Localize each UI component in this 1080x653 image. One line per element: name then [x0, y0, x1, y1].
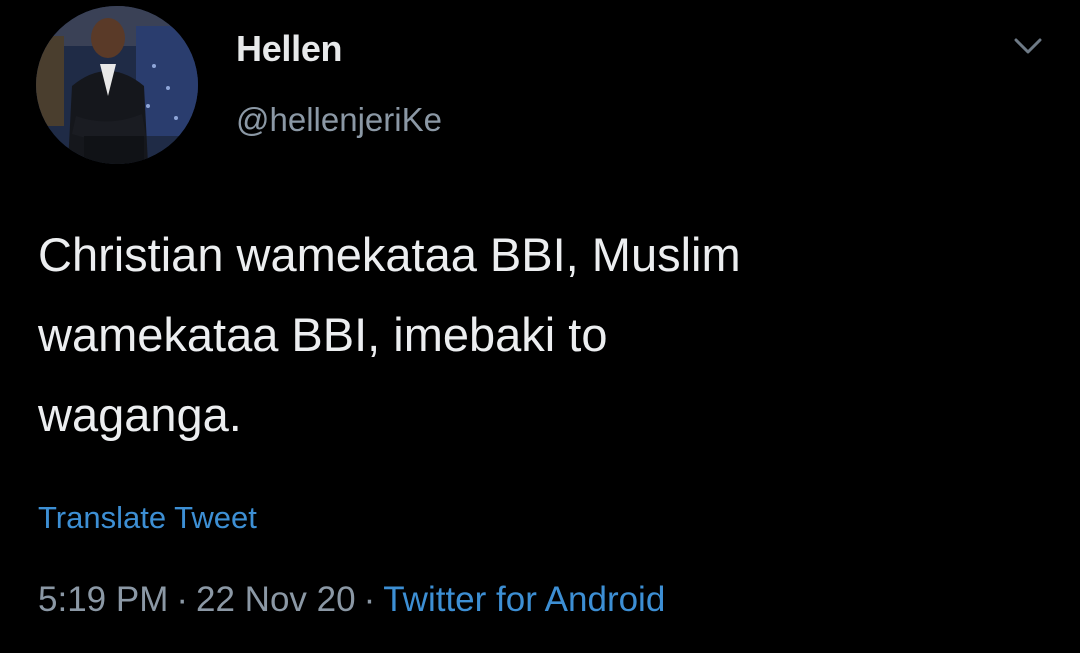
avatar[interactable]: [36, 6, 198, 164]
translate-tweet-link[interactable]: Translate Tweet: [38, 500, 257, 536]
tweet-date[interactable]: 22 Nov 20: [196, 580, 356, 619]
author-display-name[interactable]: Hellen: [236, 28, 343, 70]
tweet-menu-button[interactable]: [1006, 28, 1050, 64]
tweet-text: Christian wamekataa BBI, Muslim wamekata…: [38, 228, 741, 441]
author-handle[interactable]: @hellenjeriKe: [236, 101, 442, 139]
meta-separator: ·: [363, 580, 376, 619]
tweet-source-link[interactable]: Twitter for Android: [383, 580, 665, 619]
tweet-metadata: 5:19 PM · 22 Nov 20 · Twitter for Android: [38, 580, 665, 620]
meta-separator: ·: [176, 580, 189, 619]
tweet-card: Hellen @hellenjeriKe Christian wamekataa…: [0, 0, 1080, 653]
tweet-time[interactable]: 5:19 PM: [38, 580, 168, 619]
chevron-down-icon: [1014, 38, 1042, 54]
user-avatar-icon: [36, 6, 198, 164]
